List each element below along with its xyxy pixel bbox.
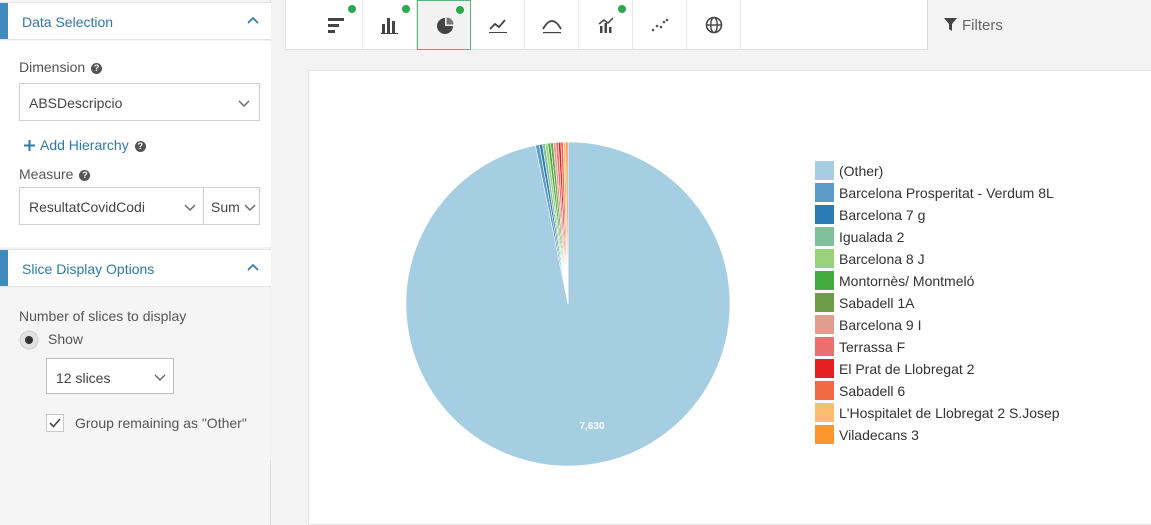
line-chart-button[interactable] bbox=[471, 0, 525, 50]
measure-label-text: Measure bbox=[19, 166, 74, 182]
legend-swatch bbox=[815, 403, 834, 422]
legend-swatch bbox=[815, 425, 834, 444]
measure-label: Measure? bbox=[19, 166, 91, 182]
help-icon[interactable]: ? bbox=[134, 141, 146, 152]
scatter-chart-button[interactable] bbox=[633, 0, 687, 50]
chart-area: 7,630 (Other) Barcelona Prosperitat - Ver… bbox=[308, 70, 1151, 525]
legend-swatch bbox=[815, 249, 834, 268]
measure-select[interactable]: ResultatCovidCodi bbox=[19, 187, 204, 225]
legend-label: El Prat de Llobregat 2 bbox=[839, 361, 975, 377]
chevron-up-icon[interactable] bbox=[245, 12, 261, 28]
show-label: Show bbox=[48, 331, 84, 347]
data-selection-section: Dimension? ABSDescripcio Add Hierarchy? … bbox=[0, 41, 271, 247]
horizontal-bar-chart-button[interactable] bbox=[309, 0, 363, 50]
section-accent bbox=[0, 3, 8, 39]
active-dot bbox=[456, 6, 464, 14]
chevron-down-icon bbox=[154, 374, 166, 381]
aggregation-value: Sum bbox=[211, 199, 240, 215]
map-chart-button[interactable] bbox=[687, 0, 741, 50]
plus-icon bbox=[24, 140, 35, 151]
legend-label: Montornès/ Montmeló bbox=[839, 273, 975, 289]
filter-icon bbox=[944, 18, 957, 31]
combo-chart-icon bbox=[598, 17, 614, 33]
legend-label: Terrassa F bbox=[839, 339, 906, 355]
combo-chart-button[interactable] bbox=[579, 0, 633, 50]
bar-chart-icon bbox=[381, 18, 398, 34]
legend-swatch bbox=[815, 293, 834, 312]
filters-button[interactable]: Filters bbox=[927, 0, 1151, 50]
slice-options-header[interactable]: Slice Display Options bbox=[0, 249, 271, 287]
chevron-down-icon bbox=[244, 204, 256, 211]
legend-label: Barcelona 7 g bbox=[839, 207, 926, 223]
dimension-select[interactable]: ABSDescripcio bbox=[19, 83, 260, 121]
legend-swatch bbox=[815, 183, 834, 202]
legend-label: Igualada 2 bbox=[839, 229, 905, 245]
horizontal-bar-chart-icon bbox=[328, 18, 344, 33]
chevron-down-icon bbox=[184, 204, 196, 211]
filters-label: Filters bbox=[962, 17, 1003, 34]
line-chart-icon bbox=[489, 19, 507, 33]
add-hierarchy-link[interactable]: Add Hierarchy? bbox=[24, 137, 146, 153]
pie-chart: 7,630 bbox=[405, 141, 731, 467]
data-selection-title: Data Selection bbox=[22, 14, 114, 30]
legend-swatch bbox=[815, 359, 834, 378]
add-hierarchy-text: Add Hierarchy bbox=[40, 137, 129, 153]
legend-label: Barcelona 8 J bbox=[839, 251, 925, 267]
legend-swatch bbox=[815, 227, 834, 246]
area-chart-icon bbox=[542, 20, 562, 34]
legend-label: L'Hospitalet de Llobregat 2 S.Josep bbox=[839, 405, 1060, 421]
legend-swatch bbox=[815, 161, 834, 180]
legend-label: Viladecans 3 bbox=[839, 427, 919, 443]
help-icon[interactable]: ? bbox=[91, 63, 103, 74]
legend-swatch bbox=[815, 315, 834, 334]
active-dot bbox=[348, 5, 356, 13]
dimension-label: Dimension? bbox=[19, 59, 103, 75]
legend-label: Barcelona 9 I bbox=[839, 317, 922, 333]
chevron-down-icon bbox=[238, 100, 250, 107]
legend-swatch bbox=[815, 205, 834, 224]
active-dot bbox=[402, 5, 410, 13]
pie-chart-icon bbox=[437, 17, 454, 34]
aggregation-select[interactable]: Sum bbox=[203, 187, 260, 225]
legend-swatch bbox=[815, 381, 834, 400]
pie-chart-button[interactable] bbox=[417, 0, 471, 50]
group-other-label: Group remaining as "Other" bbox=[75, 415, 247, 431]
chart-type-toolbar: Filters bbox=[285, 0, 1151, 50]
area-chart-button[interactable] bbox=[525, 0, 579, 50]
scatter-chart-icon bbox=[651, 18, 669, 32]
slice-data-label: 7,630 bbox=[579, 421, 604, 432]
legend-label: Sabadell 6 bbox=[839, 383, 906, 399]
radio-show[interactable] bbox=[19, 330, 39, 350]
section-accent bbox=[0, 250, 8, 286]
slice-options-section: Number of slices to display Show 12 slic… bbox=[0, 288, 271, 460]
num-slices-label: Number of slices to display bbox=[19, 308, 187, 324]
group-other-checkbox[interactable] bbox=[46, 414, 64, 432]
active-dot bbox=[618, 5, 626, 13]
legend-label: Barcelona Prosperitat - Verdum 8L bbox=[839, 185, 1054, 201]
dimension-value: ABSDescripcio bbox=[29, 95, 123, 111]
chevron-up-icon[interactable] bbox=[245, 259, 261, 275]
slices-count-value: 12 slices bbox=[56, 370, 111, 386]
data-selection-header[interactable]: Data Selection bbox=[0, 2, 271, 40]
bar-chart-button[interactable] bbox=[363, 0, 417, 50]
dimension-label-text: Dimension bbox=[19, 59, 86, 75]
slice-options-title: Slice Display Options bbox=[22, 261, 155, 277]
legend-label: (Other) bbox=[839, 163, 884, 179]
settings-panel: Data Selection Dimension? ABSDescripcio … bbox=[0, 0, 271, 525]
measure-value: ResultatCovidCodi bbox=[29, 199, 145, 215]
legend-swatch bbox=[815, 271, 834, 290]
help-icon[interactable]: ? bbox=[79, 170, 91, 181]
globe-map-icon bbox=[705, 16, 723, 34]
legend-label: Sabadell 1A bbox=[839, 295, 915, 311]
legend-swatch bbox=[815, 337, 834, 356]
slices-count-select[interactable]: 12 slices bbox=[46, 358, 174, 394]
